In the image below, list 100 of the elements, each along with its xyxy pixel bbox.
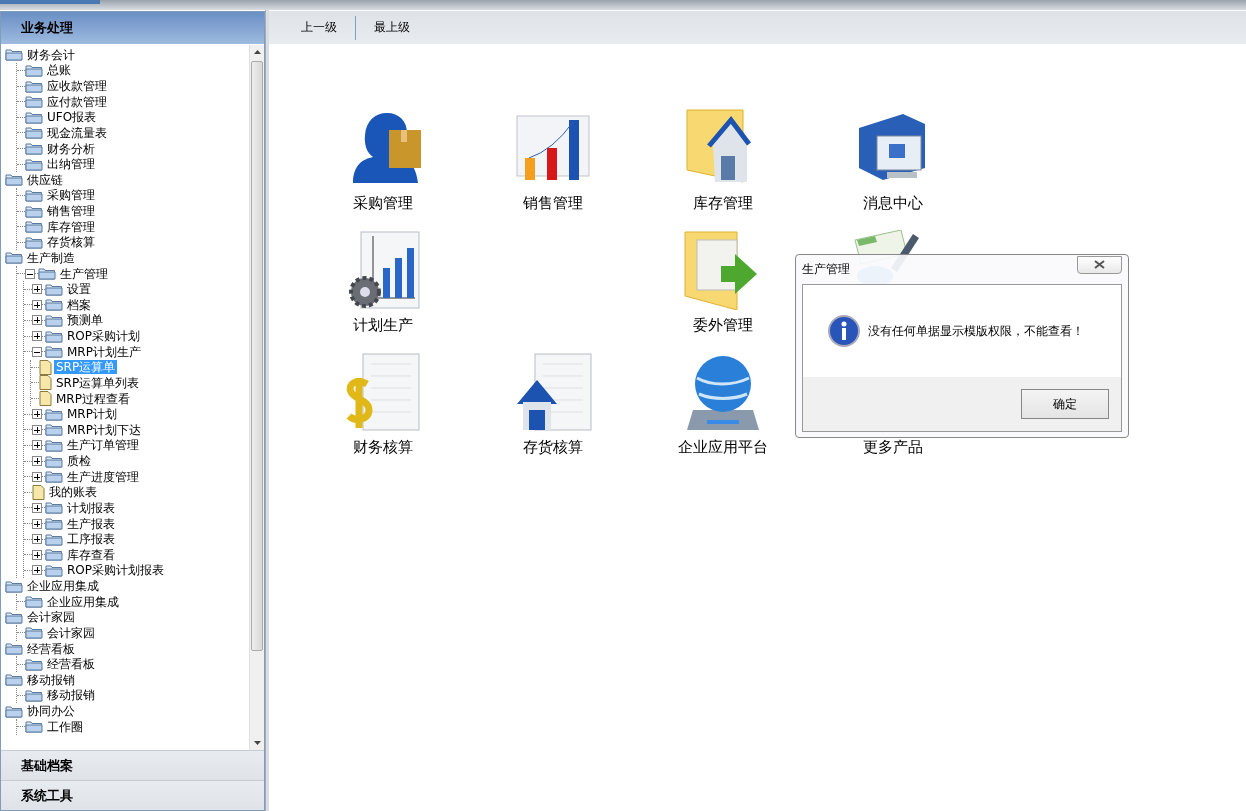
- collapse-toggle[interactable]: [32, 346, 42, 357]
- folder-with-arrow-icon: [684, 231, 757, 310]
- tree-item[interactable]: 企业应用集成: [25, 579, 101, 594]
- tree-item[interactable]: SRP运算单列表: [54, 375, 142, 390]
- module-label[interactable]: 销售管理: [523, 194, 583, 213]
- tree-item[interactable]: 现金流量表: [45, 125, 109, 140]
- tree-item[interactable]: MRP过程查看: [54, 391, 132, 406]
- expand-toggle[interactable]: [32, 440, 42, 451]
- tree-item[interactable]: 移动报销: [25, 672, 77, 687]
- document-with-house-icon: [517, 353, 592, 431]
- tree-item[interactable]: 会计家园: [25, 610, 77, 625]
- tree-item[interactable]: UFO报表: [45, 110, 99, 125]
- scroll-down-icon[interactable]: [253, 741, 261, 745]
- tree-item[interactable]: 档案: [65, 297, 93, 312]
- expand-toggle[interactable]: [32, 518, 42, 529]
- folder-icon: [25, 688, 43, 702]
- tree-item[interactable]: 生产管理: [58, 266, 110, 281]
- folder-icon: [25, 63, 43, 77]
- tree-item[interactable]: 供应链: [25, 172, 65, 187]
- tree-item[interactable]: 经营看板: [25, 641, 77, 656]
- tree-item[interactable]: 采购管理: [45, 188, 97, 203]
- folder-icon: [45, 470, 63, 484]
- module-label[interactable]: 采购管理: [353, 194, 413, 213]
- module-label[interactable]: 更多产品: [863, 438, 923, 457]
- sidebar-title[interactable]: 业务处理: [1, 12, 264, 44]
- tree-item[interactable]: ROP采购计划: [65, 329, 143, 344]
- sidebar-section[interactable]: 基础档案: [1, 750, 264, 780]
- folder-icon: [45, 298, 63, 312]
- tree-item[interactable]: 财务会计: [25, 47, 77, 62]
- expand-toggle[interactable]: [32, 456, 42, 467]
- document-icon: [39, 391, 52, 407]
- folder-icon: [38, 267, 56, 281]
- module-label[interactable]: 消息中心: [863, 194, 923, 213]
- folder-with-house-icon: [686, 109, 751, 183]
- module-label[interactable]: 企业应用平台: [678, 438, 768, 457]
- tree-item[interactable]: 财务分析: [45, 141, 97, 156]
- tree-item[interactable]: ROP采购计划报表: [65, 563, 167, 578]
- tree-item[interactable]: 经营看板: [45, 657, 97, 672]
- expand-toggle[interactable]: [32, 424, 42, 435]
- tree-item[interactable]: 总账: [45, 63, 73, 78]
- folder-icon: [25, 204, 43, 218]
- tree-item[interactable]: 企业应用集成: [45, 594, 121, 609]
- tree-item[interactable]: 销售管理: [45, 204, 97, 219]
- module-label[interactable]: 委外管理: [693, 316, 753, 335]
- sidebar-section[interactable]: 系统工具: [1, 780, 264, 810]
- close-button[interactable]: [1077, 255, 1122, 274]
- tree-item[interactable]: 应付款管理: [45, 94, 109, 109]
- tree-item[interactable]: 移动报销: [45, 688, 97, 703]
- bar-chart-icon: [516, 115, 590, 180]
- tree-item[interactable]: 我的账表: [47, 485, 99, 500]
- tree-item[interactable]: MRP计划生产: [65, 344, 143, 359]
- tree-item[interactable]: 设置: [65, 282, 93, 297]
- module-label[interactable]: 库存管理: [693, 194, 753, 213]
- folder-icon: [45, 313, 63, 327]
- expand-toggle[interactable]: [32, 284, 42, 295]
- tree-item[interactable]: MRP计划: [65, 407, 119, 422]
- close-icon[interactable]: [1094, 260, 1105, 269]
- collapse-toggle[interactable]: [25, 268, 35, 279]
- tree-item[interactable]: 存货核算: [45, 235, 97, 250]
- expand-toggle[interactable]: [32, 471, 42, 482]
- person-with-box-icon: [353, 113, 421, 183]
- tree-item[interactable]: 生产报表: [65, 516, 117, 531]
- dollar-document-icon: [345, 353, 420, 432]
- toolbar-button[interactable]: 最上级: [362, 15, 422, 40]
- folder-icon: [25, 157, 43, 171]
- tree-item[interactable]: 计划报表: [65, 500, 117, 515]
- tree-item[interactable]: 工序报表: [65, 532, 117, 547]
- expand-toggle[interactable]: [32, 409, 42, 420]
- expand-toggle[interactable]: [32, 549, 42, 560]
- document-icon: [32, 484, 45, 500]
- expand-toggle[interactable]: [32, 331, 42, 342]
- tree-item[interactable]: 库存管理: [45, 219, 97, 234]
- folder-icon: [45, 423, 63, 437]
- folder-icon: [45, 454, 63, 468]
- expand-toggle[interactable]: [32, 534, 42, 545]
- module-label[interactable]: 财务核算: [353, 438, 413, 457]
- tree-item[interactable]: 出纳管理: [45, 157, 97, 172]
- tree-item[interactable]: 库存查看: [65, 547, 117, 562]
- tree-item[interactable]: MRP计划下达: [65, 422, 143, 437]
- expand-toggle[interactable]: [32, 299, 42, 310]
- expand-toggle[interactable]: [32, 565, 42, 576]
- module-label[interactable]: 存货核算: [523, 438, 583, 457]
- tree-item[interactable]: 工作圈: [45, 719, 85, 734]
- tree-item[interactable]: 生产进度管理: [65, 469, 141, 484]
- toolbar-button[interactable]: 上一级: [289, 15, 349, 40]
- tree-item[interactable]: 预测单: [65, 313, 105, 328]
- expand-toggle[interactable]: [32, 502, 42, 513]
- module-label[interactable]: 计划生产: [353, 316, 413, 335]
- tree-item[interactable]: 生产制造: [25, 250, 77, 265]
- folder-icon: [45, 407, 63, 421]
- tree-item[interactable]: 协同办公: [25, 704, 77, 719]
- tree-item[interactable]: 生产订单管理: [65, 438, 141, 453]
- folder-icon: [25, 79, 43, 93]
- tree-item[interactable]: 质检: [65, 454, 93, 469]
- ok-button[interactable]: 确定: [1021, 389, 1109, 419]
- scrollbar[interactable]: [249, 45, 264, 750]
- expand-toggle[interactable]: [32, 315, 42, 326]
- scroll-up-icon[interactable]: [253, 50, 261, 54]
- tree-item[interactable]: 应收款管理: [45, 79, 109, 94]
- tree-item[interactable]: 会计家园: [45, 625, 97, 640]
